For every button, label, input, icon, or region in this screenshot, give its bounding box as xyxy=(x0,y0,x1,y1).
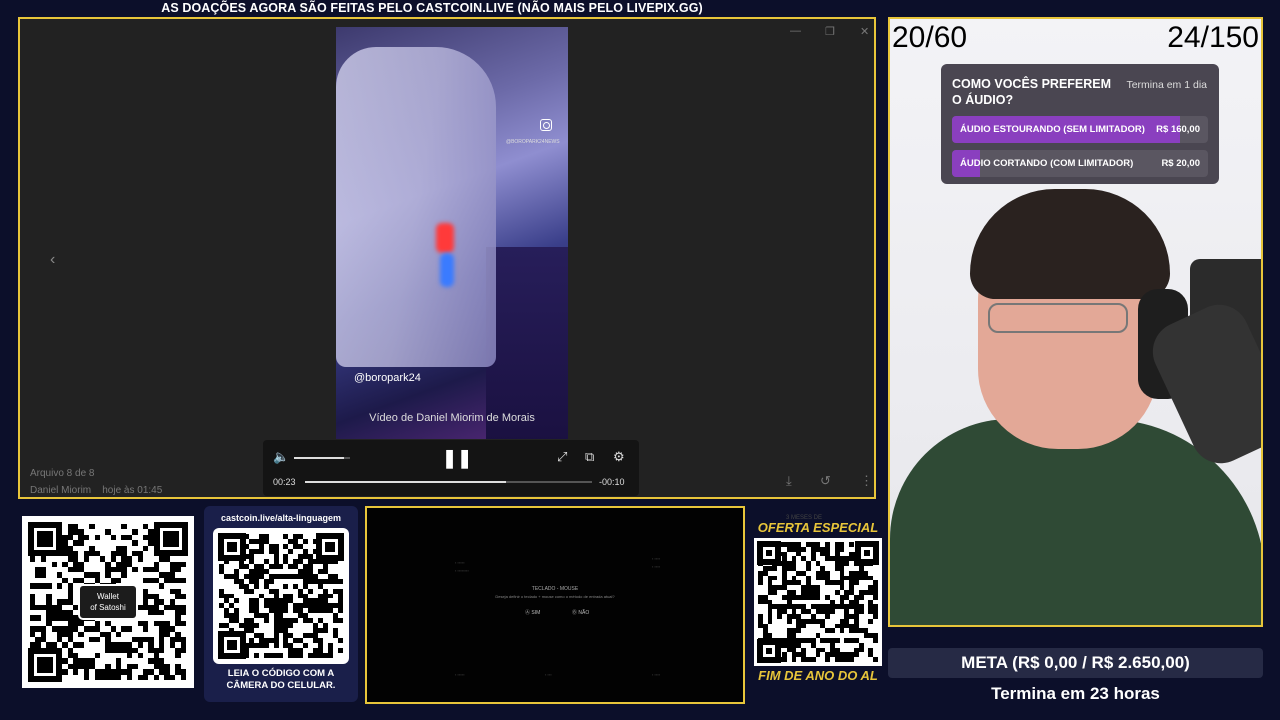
qr-finder xyxy=(218,533,246,561)
van-image xyxy=(336,47,496,367)
qr-finder xyxy=(218,631,246,659)
special-offer-panel: 3 MESES DE OFERTA ESPECIAL FIM DE ANO DO… xyxy=(750,515,886,688)
footer-ghost: ▪ ▪▪▪▪ xyxy=(652,672,661,677)
poll-option-label: ÁUDIO ESTOURANDO (SEM LIMITADOR) xyxy=(960,124,1145,135)
logo-line1: Wallet xyxy=(97,592,119,601)
qr-finder xyxy=(757,541,781,565)
wallet-of-satoshi-logo: Wallet of Satoshi xyxy=(78,584,138,620)
caption-line2: CÂMERA DO CELULAR. xyxy=(226,680,336,691)
webcam-feed: 20/60 24/150 COMO VOCÊS PREFEREM O ÁUDIO… xyxy=(888,17,1263,627)
qr-caption: LEIA O CÓDIGO COM A CÂMERA DO CELULAR. xyxy=(204,668,358,692)
settings-gear-icon[interactable]: ⚙ xyxy=(613,449,625,465)
more-options-icon[interactable]: ⋮ xyxy=(860,473,873,489)
footer-ghost: ▪ ▪▪▪▪▪ xyxy=(455,672,465,677)
volume-slider[interactable] xyxy=(294,457,350,459)
dialog-no-option[interactable]: Ⓑ NÃO xyxy=(572,609,589,616)
remaining-time: -00:10 xyxy=(599,477,625,487)
no-label: NÃO xyxy=(578,610,590,616)
seek-progress xyxy=(305,481,506,483)
close-icon[interactable]: ✕ xyxy=(860,25,869,38)
seek-bar[interactable] xyxy=(305,481,592,483)
offer-title: OFERTA ESPECIAL xyxy=(757,520,879,535)
video-handle-small: @BOROPARK24NEWS xyxy=(506,139,560,145)
fullscreen-icon[interactable]: ⤢ xyxy=(557,449,567,465)
dialog-yes-option[interactable]: Ⓐ SIM xyxy=(525,609,540,616)
qr-finder xyxy=(28,522,62,556)
volume-icon[interactable]: 🔈 xyxy=(273,449,289,465)
maximize-icon[interactable]: ❐ xyxy=(825,25,835,38)
file-position: Arquivo 8 de 8 xyxy=(30,468,95,479)
donation-banner: AS DOAÇÕES AGORA SÃO FEITAS PELO CASTCOI… xyxy=(161,1,703,15)
game-capture: ▪ ▪▪▪▪▪ ▪ ▪▪▪▪▪▪▪▪ ▪ ▪▪▪▪ ▪ ▪▪▪▪ TECLADO… xyxy=(365,506,745,704)
dialog-title: TECLADO - MOUSE xyxy=(531,586,579,592)
donation-goal: META (R$ 0,00 / R$ 2.650,00) xyxy=(888,648,1263,678)
qr-finder xyxy=(154,522,188,556)
offer-qr-code xyxy=(754,538,882,666)
poll-option-amount: R$ 20,00 xyxy=(1161,158,1200,169)
file-time: hoje às 01:45 xyxy=(102,485,163,496)
road xyxy=(486,247,568,439)
instagram-icon xyxy=(540,119,552,131)
poll-question: COMO VOCÊS PREFEREM O ÁUDIO? xyxy=(952,77,1112,107)
qr-finder xyxy=(855,541,879,565)
previous-arrow-icon[interactable]: ‹ xyxy=(50,251,55,269)
goal-ends: Termina em 23 horas xyxy=(991,684,1160,703)
menu-ghost: ▪ ▪▪▪▪ xyxy=(652,564,661,569)
qr-module xyxy=(338,653,343,658)
elapsed-time: 00:23 xyxy=(273,477,296,487)
tail-light xyxy=(436,223,454,253)
counter-left: 20/60 xyxy=(892,21,968,54)
qr-module xyxy=(180,674,186,680)
caption-line1: LEIA O CÓDIGO COM A xyxy=(227,668,335,679)
menu-ghost: ▪ ▪▪▪▪▪ xyxy=(455,560,465,565)
offer-bottom-text: FIM DE ANO DO AL xyxy=(758,668,878,683)
qr-finder xyxy=(757,639,781,663)
rotate-icon[interactable]: ↺ xyxy=(820,473,831,489)
castcoin-panel: castcoin.live/alta-linguagem LEIA O CÓDI… xyxy=(204,506,358,702)
video-frame[interactable]: @BOROPARK24NEWS @boropark24 Vídeo de Dan… xyxy=(336,27,568,439)
qr-finder xyxy=(316,533,344,561)
qr-finder xyxy=(28,648,62,682)
footer-ghost: ▪ ▪▪▪ xyxy=(545,672,552,677)
dialog-text: Deseja definir o teclado + mouse como o … xyxy=(495,594,615,599)
qr-module xyxy=(873,657,878,662)
counter-right: 24/150 xyxy=(1167,21,1259,54)
file-info: Arquivo 8 de 8 Daniel Miorim hoje às 01:… xyxy=(30,465,162,499)
yes-label: SIM xyxy=(531,610,541,616)
menu-ghost: ▪ ▪▪▪▪ xyxy=(652,556,661,561)
pause-button[interactable]: ❚❚ xyxy=(442,448,472,469)
menu-ghost: ▪ ▪▪▪▪▪▪▪▪ xyxy=(455,568,469,573)
minimize-icon[interactable]: — xyxy=(790,25,801,37)
logo-line2: of Satoshi xyxy=(90,603,126,612)
poll-widget: COMO VOCÊS PREFEREM O ÁUDIO? Termina em … xyxy=(941,64,1219,184)
castcoin-qr-code xyxy=(213,528,349,664)
streamer-hair xyxy=(970,189,1170,299)
poll-ends: Termina em 1 dia xyxy=(1126,79,1207,91)
video-handle-overlay: @boropark24 xyxy=(354,372,421,384)
file-author: Daniel Miorim xyxy=(30,485,92,496)
video-controls: 🔈 ❚❚ ⤢ ⧉ ⚙ 00:23 -00:10 xyxy=(263,440,639,496)
poll-option[interactable]: ÁUDIO CORTANDO (COM LIMITADOR) R$ 20,00 xyxy=(952,150,1208,177)
castcoin-url: castcoin.live/alta-linguagem xyxy=(220,513,342,523)
poll-option[interactable]: ÁUDIO ESTOURANDO (SEM LIMITADOR) R$ 160,… xyxy=(952,116,1208,143)
video-credit: Vídeo de Daniel Miorim de Morais xyxy=(369,412,535,424)
volume-fill xyxy=(294,457,345,459)
picture-in-picture-icon[interactable]: ⧉ xyxy=(585,449,594,465)
wallet-qr-code: Wallet of Satoshi xyxy=(22,516,194,688)
poll-option-amount: R$ 160,00 xyxy=(1156,124,1200,135)
media-viewer-window: — ❐ ✕ @BOROPARK24NEWS @boropark24 Vídeo … xyxy=(18,17,876,499)
poll-option-label: ÁUDIO CORTANDO (COM LIMITADOR) xyxy=(960,158,1134,169)
glasses xyxy=(988,303,1128,333)
police-light xyxy=(440,253,454,287)
download-icon[interactable]: ⤓ xyxy=(786,473,792,489)
